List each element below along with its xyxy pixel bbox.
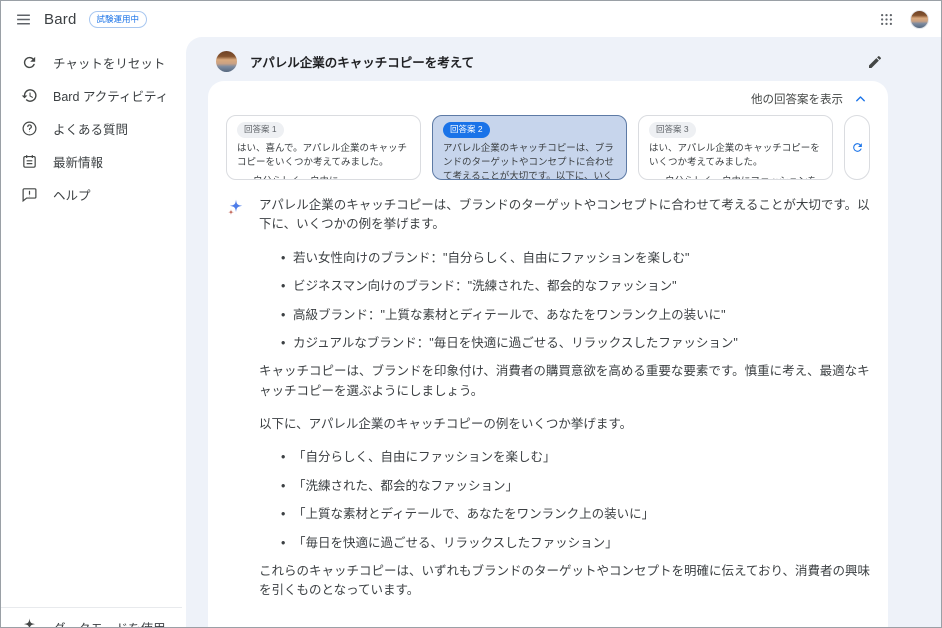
chevron-up-icon: [856, 95, 865, 101]
response-closing: これらのキャッチコピーは、いずれもブランドのターゲットやコンセプトを明確に伝えて…: [259, 563, 871, 598]
bard-sparkle-icon: [226, 196, 246, 615]
bard-response: アパレル企業のキャッチコピーは、ブランドのターゲットやコンセプトに合わせて考える…: [226, 196, 870, 615]
response-intro: アパレル企業のキャッチコピーは、ブランドのターゲットやコンセプトに合わせて考える…: [259, 198, 870, 232]
draft-chip: 回答案 2: [443, 122, 490, 138]
bullet-item: 若い女性向けのブランド："自分らしく、自由にファッションを楽しむ": [281, 249, 870, 269]
dark-mode-toggle[interactable]: ダークモードを使用: [1, 607, 182, 628]
sidebar-item-bard-activity[interactable]: Bard アクティビティ: [1, 79, 186, 112]
draft-preview-text: はい、喜んで。アパレル企業のキャッチコピーをいくつか考えてみました。: [237, 142, 407, 168]
response-bullet-list-targets: 若い女性向けのブランド："自分らしく、自由にファッションを楽しむ" ビジネスマン…: [259, 249, 870, 354]
user-prompt-row: アパレル企業のキャッチコピーを考えて: [198, 45, 941, 81]
draft-chip: 回答案 1: [237, 122, 284, 138]
draft-preview-text: アパレル企業のキャッチコピーは、ブランドのターゲットやコンセプトに合わせて考える…: [443, 142, 615, 180]
edit-prompt-icon[interactable]: [867, 54, 883, 70]
drafts-row: 回答案 1 はい、喜んで。アパレル企業のキャッチコピーをいくつか考えてみました。…: [226, 115, 870, 180]
response-card: 他の回答案を表示 回答案 1 はい、喜んで。アパレル企業のキャッチコピーをいくつ…: [208, 81, 888, 627]
sidebar-item-reset-chat[interactable]: チャットをリセット: [1, 46, 186, 79]
bullet-item: ビジネスマン向けのブランド："洗練された、都会的なファッション": [281, 277, 870, 297]
sidebar: チャットをリセット Bard アクティビティ よくある質問 最新情報 ヘルプ: [1, 37, 186, 627]
sidebar-item-help[interactable]: ヘルプ: [1, 178, 186, 211]
bullet-item: 「上質な素材とディテールで、あなたをワンランク上の装いに」: [281, 505, 870, 525]
regenerate-drafts-button[interactable]: [844, 115, 870, 180]
response-paragraph-examples-intro: 以下に、アパレル企業のキャッチコピーの例をいくつか挙げます。: [259, 417, 633, 431]
google-apps-grid-icon[interactable]: [879, 12, 894, 27]
bullet-item: 高級ブランド："上質な素材とディテールで、あなたをワンランク上の装いに": [281, 306, 870, 326]
bullet-item: 「自分らしく、自由にファッションを楽しむ」: [281, 448, 870, 468]
draft-preview-bullet: 自分らしく、自由に: [237, 175, 410, 179]
app-title: Bard: [44, 10, 77, 28]
sidebar-item-label: チャットをリセット: [53, 57, 166, 71]
drafts-toggle-button[interactable]: 他の回答案を表示: [751, 91, 868, 107]
sidebar-item-label: ヘルプ: [53, 189, 91, 203]
drafts-toggle-label: 他の回答案を表示: [751, 94, 843, 106]
refresh-icon: [852, 143, 862, 152]
response-paragraph-importance: キャッチコピーは、ブランドを印象付け、消費者の購買意欲を高める重要な要素です。慎…: [259, 364, 870, 398]
topbar-right: [879, 9, 929, 29]
dark-mode-label: ダークモードを使用: [53, 618, 166, 628]
draft-preview-text: はい、アパレル企業のキャッチコピーをいくつか考えてみました。: [649, 142, 820, 168]
user-prompt-text: アパレル企業のキャッチコピーを考えて: [250, 56, 475, 70]
user-avatar-small: [216, 51, 237, 72]
response-body: アパレル企業のキャッチコピーは、ブランドのターゲットやコンセプトに合わせて考える…: [259, 196, 870, 615]
draft-chip: 回答案 3: [649, 122, 696, 138]
sidebar-item-label: よくある質問: [53, 123, 129, 137]
draft-card-3[interactable]: 回答案 3 はい、アパレル企業のキャッチコピーをいくつか考えてみました。 自分ら…: [638, 115, 833, 180]
sidebar-item-faq[interactable]: よくある質問: [1, 112, 186, 145]
user-avatar[interactable]: [910, 9, 929, 29]
draft-card-1[interactable]: 回答案 1 はい、喜んで。アパレル企業のキャッチコピーをいくつか考えてみました。…: [226, 115, 421, 180]
drafts-header: 他の回答案を表示: [226, 89, 870, 115]
draft-preview-bullet: 自分らしく、自由にファッションを楽しむ: [649, 175, 822, 179]
response-bullet-list-examples: 「自分らしく、自由にファッションを楽しむ」 「洗練された、都会的なファッション」…: [259, 448, 870, 553]
dark-mode-icon: [21, 617, 38, 627]
bullet-item: 「洗練された、都会的なファッション」: [281, 477, 870, 497]
history-icon: [21, 87, 38, 104]
help-circle-icon: [21, 120, 38, 137]
topbar-left: Bard 試験運用中: [15, 10, 148, 28]
updates-icon: [21, 153, 38, 170]
experiment-badge: 試験運用中: [88, 10, 148, 28]
reset-icon: [21, 54, 38, 71]
bard-window: Bard 試験運用中 チャットをリセット Bard アクティビティ よくある質問…: [0, 0, 942, 628]
chat-panel: アパレル企業のキャッチコピーを考えて 他の回答案を表示 回答案 1 はい、喜んで…: [186, 37, 941, 627]
top-bar: Bard 試験運用中: [1, 1, 941, 37]
bullet-item: カジュアルなブランド："毎日を快適に過ごせる、リラックスしたファッション": [281, 334, 870, 354]
sidebar-item-label: Bard アクティビティ: [53, 90, 169, 104]
sidebar-item-whats-new[interactable]: 最新情報: [1, 145, 186, 178]
feedback-icon: [21, 186, 38, 203]
sidebar-item-label: 最新情報: [53, 156, 104, 170]
menu-icon[interactable]: [15, 11, 32, 28]
draft-card-2-selected[interactable]: 回答案 2 アパレル企業のキャッチコピーは、ブランドのターゲットやコンセプトに合…: [432, 115, 627, 180]
bullet-item: 「毎日を快適に過ごせる、リラックスしたファッション」: [281, 534, 870, 554]
